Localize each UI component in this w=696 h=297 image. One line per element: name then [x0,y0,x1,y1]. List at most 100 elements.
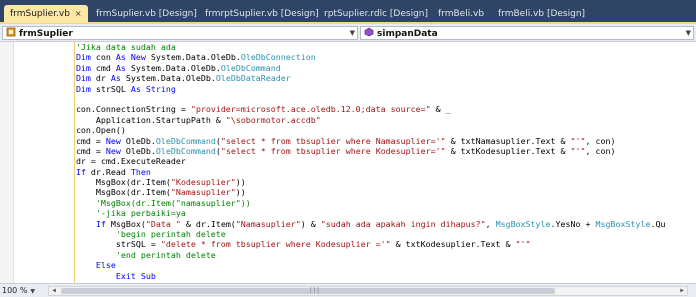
code-token: Dim [16,52,91,63]
chevron-down-icon: ▼ [685,29,691,37]
horizontal-scrollbar[interactable]: ◀ ||| ▶ [48,286,688,296]
code-token: System.Data.OleDb. [120,73,216,84]
method-icon [364,27,374,37]
tab-frmsuplier-vb[interactable]: frmSuplier.vb × [4,5,88,23]
code-token: Dim [16,62,91,73]
code-token: If [16,218,106,229]
zoom-value: 100 % [2,286,28,295]
code-token: & _ [430,104,451,115]
code-line: 'end perintah delete [16,250,692,260]
code-token: 'end perintah delete [16,249,216,260]
method-combo-value: simpanData [377,29,438,39]
code-token: )) [235,187,246,198]
tab-frmsuplier-design[interactable]: frmSuplier.vb [Design] [90,6,203,22]
zoom-level-combo[interactable]: 100 % ▼ [2,285,35,296]
tab-frmrptsuplier-design[interactable]: frmrptSuplier.vb [Design] [199,6,325,22]
code-token: New [105,135,121,146]
code-token: , con) [585,135,616,146]
code-line: Application.StartupPath & "\sobormotor.a… [16,115,692,125]
code-token: strSQL [90,83,131,94]
code-token: "'" [570,135,586,146]
code-token: "'" [570,145,586,156]
code-token: Application.StartupPath & [16,114,226,125]
code-navigation-bar: frmSuplier ▼ simpanData ▼ [0,24,696,42]
indicator-margin [0,42,14,283]
tab-label: frmSuplier.vb [10,9,70,19]
code-line: If MsgBox("Data " & dr.Item("Namasuplier… [16,219,692,229]
tab-label: frmrptSuplier.vb [Design] [205,9,319,19]
code-token: As String [130,83,176,94]
code-line: Dim strSQL As String [16,84,692,94]
code-token: As New [115,52,146,63]
code-token: MsgBoxStyle [495,218,551,229]
chevron-down-icon: ▼ [349,29,355,37]
code-line: Dim cmd As System.Data.OleDb.OleDbComman… [16,63,692,73]
document-tab-strip: frmSuplier.vb × frmSuplier.vb [Design] fr… [0,0,696,24]
code-token: ) & [300,218,321,229]
tab-label: rptSuplier.rdlc [Design] [324,9,429,19]
class-combo-value: frmSuplier [19,29,73,39]
code-line: MsgBox(dr.Item("Namasuplier")) [16,187,692,197]
code-lines: 'Jika data sudah ada Dim con As New Syst… [16,42,692,283]
tab-label: frmBeli.vb [Design] [498,9,586,19]
code-token: strSQL = [16,239,161,250]
code-line: Else [16,260,692,270]
code-line: MsgBox(dr.Item("Kodesuplier")) [16,177,692,187]
class-icon [6,27,16,37]
code-line: cmd = New OleDb.OleDbCommand("select * f… [16,146,692,156]
code-token: .Qu [650,218,666,229]
code-editor[interactable]: 'Jika data sudah ada Dim con As New Syst… [0,42,696,283]
code-token: dr.Read [85,166,131,177]
code-token: & txtKodesuplier.Text & [445,145,571,156]
code-token: "Data " [145,218,181,229]
tab-rptsuplier-rdlc-design[interactable]: rptSuplier.rdlc [Design] [318,6,434,22]
code-token: "'" [515,239,531,250]
code-token: Dim [16,83,91,94]
code-token: con [90,52,116,63]
scroll-right-icon[interactable]: ▶ [677,287,687,295]
code-line: Dim dr As System.Data.OleDb.OleDbDataRea… [16,73,692,83]
code-token: 'begin perintah delete [16,229,226,240]
code-token: '-jika perbaiki=ya [16,208,186,219]
code-token: OleDbDataReader [215,73,291,84]
chevron-down-icon: ▼ [30,288,36,295]
code-token: cmd = [16,135,106,146]
code-line: 'Jika data sudah ada [16,42,692,52]
code-token: OleDbConnection [240,52,316,63]
code-token: "delete * from tbsuplier where Kodesupli… [160,239,391,250]
code-token: As [115,62,126,73]
code-token: )) [235,177,246,188]
code-line: strSQL = "delete * from tbsuplier where … [16,239,692,249]
code-token: If [16,166,86,177]
close-icon[interactable]: × [75,9,82,18]
code-token: "\sobormotor.accdb" [225,114,321,125]
scrollbar-thumb[interactable]: ||| [61,288,555,294]
code-token: "Namasuplier" [235,218,301,229]
code-line: 'begin perintah delete [16,229,692,239]
code-token: OleDbCommand [155,135,216,146]
code-token: "sudah ada apakah ingin dihapus?" [320,218,486,229]
code-token: New [105,145,121,156]
code-token: "Kodesuplier" [170,177,236,188]
code-token: dr [90,73,111,84]
code-token: System.Data.OleDb. [125,62,221,73]
code-token: MsgBox( [105,218,146,229]
class-name-combo[interactable]: frmSuplier ▼ [2,26,358,40]
method-name-combo[interactable]: simpanData ▼ [360,26,694,40]
scroll-left-icon[interactable]: ◀ [49,287,59,295]
code-token: Dim [16,73,91,84]
grip-icon: ||| [309,287,320,294]
code-line: '-jika perbaiki=ya [16,208,692,218]
code-token: 'Jika data sudah ada [16,42,176,52]
code-token: con.Open() [16,125,126,136]
code-line: If dr.Read Then [16,167,692,177]
tab-frmbeli-vb[interactable]: frmBeli.vb [432,6,490,22]
code-token: "select * from tbsuplier where Namasupli… [220,135,446,146]
code-token: "Namasuplier" [170,187,236,198]
tab-frmbeli-design[interactable]: frmBeli.vb [Design] [492,6,591,22]
code-line: cmd = New OleDb.OleDbCommand("select * f… [16,136,692,146]
code-line: 'MsgBox(dr.Item("namasuplier")) [16,198,692,208]
tab-label: frmSuplier.vb [Design] [96,9,197,19]
code-token: As [110,73,121,84]
